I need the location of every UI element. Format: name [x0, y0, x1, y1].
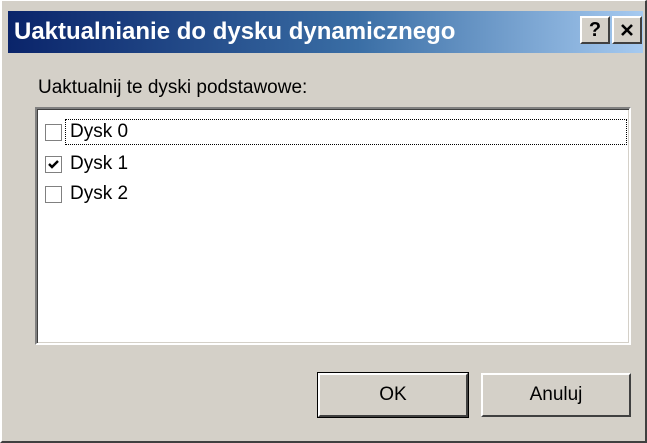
disk-list-item[interactable]: Dysk 1 [41, 149, 130, 179]
checkmark-icon [48, 159, 59, 169]
help-icon: ? [588, 19, 602, 41]
disk-list-item[interactable]: Dysk 0 [41, 117, 627, 147]
dialog-window: Uaktualnianie do dysku dynamicznego ? Ua… [0, 0, 647, 443]
disk-list-item[interactable]: Dysk 2 [41, 179, 130, 209]
ok-button[interactable]: OK [317, 372, 469, 418]
disk-1-label: Dysk 1 [70, 153, 129, 174]
disk-0-checkbox[interactable] [45, 123, 62, 141]
disk-2-label: Dysk 2 [70, 183, 129, 204]
title-bar[interactable]: Uaktualnianie do dysku dynamicznego ? [8, 11, 643, 53]
help-button[interactable]: ? [580, 16, 610, 44]
window-title: Uaktualnianie do dysku dynamicznego [14, 18, 456, 45]
disk-2-checkbox[interactable] [45, 185, 62, 203]
disk-listbox[interactable]: Dysk 0 Dysk 1 Dysk 2 [35, 107, 631, 345]
close-icon [621, 24, 633, 36]
focus-rectangle: Dysk 0 [65, 119, 627, 145]
disk-0-label: Dysk 0 [70, 121, 129, 142]
close-button[interactable] [612, 16, 642, 44]
cancel-button[interactable]: Anuluj [481, 373, 631, 417]
disk-list-label: Uaktualnij te dyski podstawowe: [38, 77, 308, 98]
disk-1-checkbox[interactable] [45, 155, 62, 173]
